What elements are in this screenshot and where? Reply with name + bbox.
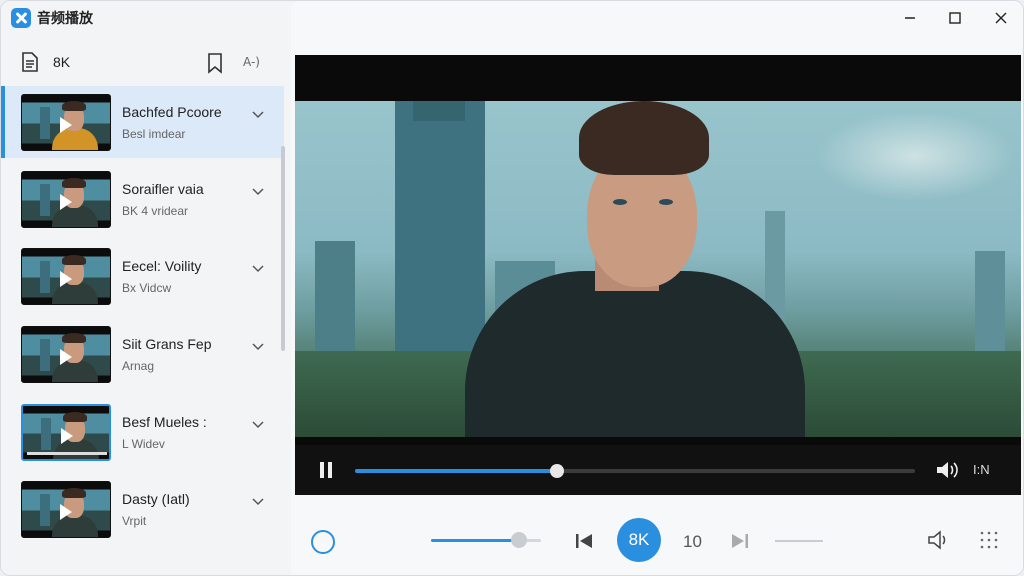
item-subtitle: BK 4 vridear	[122, 204, 189, 218]
item-subtitle: Vrpit	[122, 514, 147, 528]
chevron-down-icon[interactable]	[252, 185, 264, 197]
play-icon	[60, 504, 72, 520]
seek-handle[interactable]	[549, 464, 564, 478]
item-title: Besf Mueles :	[122, 414, 207, 430]
previous-icon[interactable]	[575, 533, 593, 549]
item-title: Eecel: Voility	[122, 258, 202, 274]
pause-icon[interactable]	[319, 461, 333, 479]
app-window: 音频播放 8K A-) Bachfed Pcoore Besl imdear S…	[0, 0, 1024, 576]
speaker-icon[interactable]	[927, 529, 951, 551]
video-control-bar: I:N	[295, 445, 1021, 495]
item-title: Dasty (Iatl)	[122, 491, 190, 507]
number-label: 10	[683, 532, 702, 551]
video-player[interactable]: I:N	[295, 55, 1021, 495]
speed-label[interactable]: I:N	[973, 462, 990, 477]
quality-button[interactable]: 8K	[617, 518, 661, 562]
play-icon	[60, 117, 72, 133]
seek-bar[interactable]	[355, 464, 915, 478]
volume-slider[interactable]	[431, 532, 541, 548]
document-icon[interactable]	[21, 52, 39, 73]
grid-icon[interactable]	[979, 530, 999, 550]
sidebar-label: 8K	[53, 54, 71, 70]
app-logo-icon	[11, 8, 31, 28]
item-subtitle: L Widev	[122, 437, 165, 451]
chevron-down-icon[interactable]	[252, 495, 264, 507]
app-name: 音频播放	[37, 10, 93, 26]
next-icon[interactable]	[731, 533, 749, 549]
list-item[interactable]: Siit Grans Fep Arnag	[1, 318, 284, 390]
list-item[interactable]: Dasty (Iatl) Vrpit	[1, 473, 284, 545]
secondary-slider[interactable]	[775, 540, 823, 542]
chevron-down-icon[interactable]	[252, 418, 264, 430]
play-icon	[60, 349, 72, 365]
item-title: Bachfed Pcoore	[122, 104, 222, 120]
play-icon	[60, 194, 72, 210]
sort-az-icon[interactable]: A-)	[243, 55, 260, 69]
app-title: 音频播放	[11, 7, 93, 29]
item-subtitle: Besl imdear	[122, 127, 186, 141]
title-bar	[291, 1, 1023, 35]
video-thumbnail	[21, 404, 111, 461]
main-area: I:N 8K 10	[291, 35, 1023, 575]
list-item[interactable]: Eecel: Voility Bx Vidcw	[1, 240, 284, 312]
close-icon[interactable]	[988, 6, 1014, 30]
volume-slider-fill	[431, 539, 519, 542]
item-title: Siit Grans Fep	[122, 336, 212, 352]
sidebar-scrollbar[interactable]	[281, 146, 285, 351]
volume-icon[interactable]	[935, 460, 959, 480]
video-thumbnail	[21, 326, 111, 383]
video-thumbnail	[21, 94, 111, 151]
list-item[interactable]: Besf Mueles : L Widev	[1, 396, 284, 468]
volume-slider-handle[interactable]	[511, 532, 527, 548]
video-thumbnail	[21, 248, 111, 305]
chevron-down-icon[interactable]	[252, 340, 264, 352]
sidebar: 音频播放 8K A-) Bachfed Pcoore Besl imdear S…	[1, 1, 287, 575]
item-subtitle: Arnag	[122, 359, 155, 373]
item-title: Soraifler vaia	[122, 181, 204, 197]
list-item[interactable]: Soraifler vaia BK 4 vridear	[1, 163, 284, 235]
record-button[interactable]	[311, 530, 335, 554]
video-frame	[295, 101, 1021, 437]
bookmark-icon[interactable]	[206, 52, 224, 74]
bottom-controls: 8K 10	[291, 505, 1023, 575]
video-list: Bachfed Pcoore Besl imdear Soraifler vai…	[1, 86, 284, 556]
video-thumbnail	[21, 481, 111, 538]
list-item[interactable]: Bachfed Pcoore Besl imdear	[1, 86, 284, 158]
maximize-icon[interactable]	[942, 6, 968, 30]
seek-progress	[355, 469, 557, 473]
chevron-down-icon[interactable]	[252, 262, 264, 274]
chevron-down-icon[interactable]	[252, 108, 264, 120]
play-icon	[61, 428, 73, 444]
video-thumbnail	[21, 171, 111, 228]
play-icon	[60, 271, 72, 287]
minimize-icon[interactable]	[897, 6, 923, 30]
item-subtitle: Bx Vidcw	[122, 281, 172, 295]
sidebar-toolbar: 8K A-)	[1, 47, 287, 79]
